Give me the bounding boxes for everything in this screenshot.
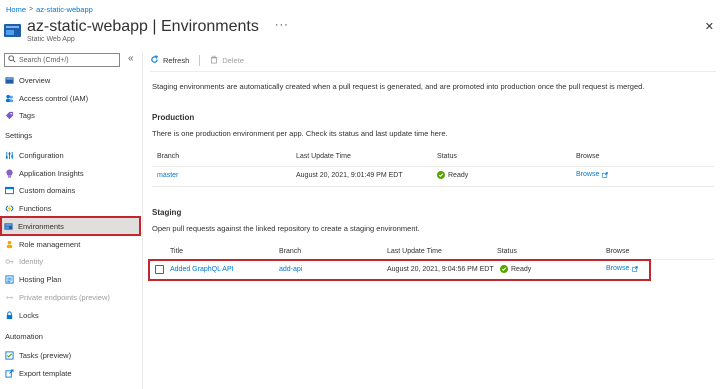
sidebar-item-label: Identity — [19, 256, 44, 266]
globe-icon — [5, 76, 14, 85]
sidebar-item-configuration[interactable]: Configuration — [3, 147, 138, 163]
column-header-branch[interactable]: Branch — [157, 153, 179, 165]
sidebar-item-custom-domains[interactable]: Custom domains — [3, 182, 138, 198]
production-last-update: August 20, 2021, 9:01:49 PM EDT — [296, 172, 403, 179]
trash-icon — [210, 55, 218, 66]
sidebar-item-tasks[interactable]: Tasks (preview) — [3, 347, 138, 363]
staging-row-highlight — [148, 259, 651, 281]
sidebar-section-automation: Automation — [5, 332, 43, 341]
search-icon — [8, 55, 16, 65]
close-icon[interactable]: ✕ — [705, 20, 714, 33]
sidebar-item-identity[interactable]: Identity — [3, 253, 138, 269]
production-branch-link[interactable]: master — [157, 172, 178, 179]
column-header-status[interactable]: Status — [437, 153, 457, 165]
check-circle-icon — [437, 171, 445, 179]
column-header-last-update[interactable]: Last Update Time — [296, 153, 351, 165]
sidebar-item-label: Configuration — [19, 150, 64, 160]
tasks-icon — [5, 350, 14, 360]
sidebar-item-overview[interactable]: Overview — [3, 72, 138, 88]
table-header-divider — [152, 166, 714, 167]
breadcrumb: Home > az-static-webapp — [6, 3, 93, 15]
sliders-icon — [5, 151, 14, 160]
production-status: Ready — [437, 171, 468, 179]
sidebar-item-role-management[interactable]: Role management — [3, 236, 138, 252]
sidebar-item-label: Hosting Plan — [19, 274, 62, 284]
browse-label: Browse — [576, 171, 600, 178]
toolbar-border — [150, 71, 716, 72]
column-header-browse[interactable]: Browse — [576, 153, 599, 165]
static-web-app-icon — [4, 21, 22, 39]
refresh-label: Refresh — [163, 55, 190, 65]
search-placeholder: Search (Cmd+/) — [19, 56, 69, 64]
staging-heading: Staging — [152, 208, 182, 217]
production-heading: Production — [152, 113, 195, 122]
sidebar-item-tags[interactable]: Tags — [3, 107, 138, 123]
delete-label: Delete — [222, 55, 244, 65]
lock-icon — [5, 310, 14, 320]
sidebar-item-label: Access control (IAM) — [19, 93, 89, 103]
command-bar: Refresh Delete — [150, 51, 244, 69]
production-description: There is one production environment per … — [152, 129, 448, 138]
external-link-icon — [602, 171, 609, 178]
sidebar-item-application-insights[interactable]: Application Insights — [3, 165, 138, 181]
breadcrumb-separator: > — [29, 5, 34, 13]
sidebar: Search (Cmd+/) « Overview Access control… — [0, 51, 143, 389]
production-browse-link[interactable]: Browse — [576, 171, 609, 178]
endpoint-icon — [5, 293, 14, 302]
person-icon — [5, 240, 14, 249]
lightbulb-icon — [5, 168, 14, 178]
export-icon — [5, 368, 14, 378]
plan-icon — [5, 274, 14, 284]
breadcrumb-resource-link[interactable]: az-static-webapp — [36, 5, 93, 14]
sidebar-item-label: Tasks (preview) — [19, 350, 72, 360]
refresh-icon — [150, 54, 159, 66]
collapse-sidebar-icon[interactable]: « — [128, 53, 134, 64]
breadcrumb-home-link[interactable]: Home — [6, 5, 26, 14]
people-icon — [5, 94, 14, 103]
sidebar-item-label: Environments — [18, 221, 64, 231]
delete-button[interactable]: Delete — [210, 55, 244, 66]
sidebar-item-label: Custom domains — [19, 185, 76, 195]
page-title: az-static-webapp | Environments — [27, 18, 259, 35]
refresh-button[interactable]: Refresh — [150, 54, 190, 66]
sidebar-item-locks[interactable]: Locks — [3, 307, 138, 323]
sidebar-item-label: Role management — [19, 239, 81, 249]
search-input[interactable]: Search (Cmd+/) — [4, 53, 120, 67]
sidebar-item-label: Tags — [19, 110, 35, 120]
sidebar-item-access-control[interactable]: Access control (IAM) — [3, 90, 138, 106]
toolbar-divider — [199, 54, 201, 66]
sidebar-item-label: Locks — [19, 310, 39, 320]
table-row-divider — [152, 186, 714, 187]
function-icon — [5, 204, 14, 213]
status-text: Ready — [448, 171, 469, 179]
sidebar-item-hosting-plan[interactable]: Hosting Plan — [3, 271, 138, 287]
sidebar-item-environments[interactable]: Environments — [0, 216, 141, 236]
sidebar-item-private-endpoints[interactable]: Private endpoints (preview) — [3, 289, 138, 305]
sidebar-item-label: Application Insights — [19, 168, 84, 178]
more-options-button[interactable]: ··· — [275, 19, 289, 31]
sidebar-item-functions[interactable]: Functions — [3, 200, 138, 216]
sidebar-item-label: Export template — [19, 368, 72, 378]
environments-icon — [4, 222, 13, 231]
sidebar-item-label: Private endpoints (preview) — [19, 292, 110, 302]
sidebar-item-label: Functions — [19, 203, 52, 213]
sidebar-item-export-template[interactable]: Export template — [3, 365, 138, 381]
sidebar-section-settings: Settings — [5, 131, 33, 140]
domain-icon — [5, 186, 14, 195]
key-icon — [5, 257, 14, 266]
sidebar-item-label: Overview — [19, 75, 51, 85]
staging-description: Open pull requests against the linked re… — [152, 224, 420, 233]
page-subtitle: Static Web App — [27, 36, 75, 43]
page-header: az-static-webapp | Environments Static W… — [4, 17, 716, 51]
page-description: Staging environments are automatically c… — [152, 82, 645, 91]
main-content: Refresh Delete Staging environments are … — [148, 51, 716, 389]
tag-icon — [5, 111, 14, 120]
